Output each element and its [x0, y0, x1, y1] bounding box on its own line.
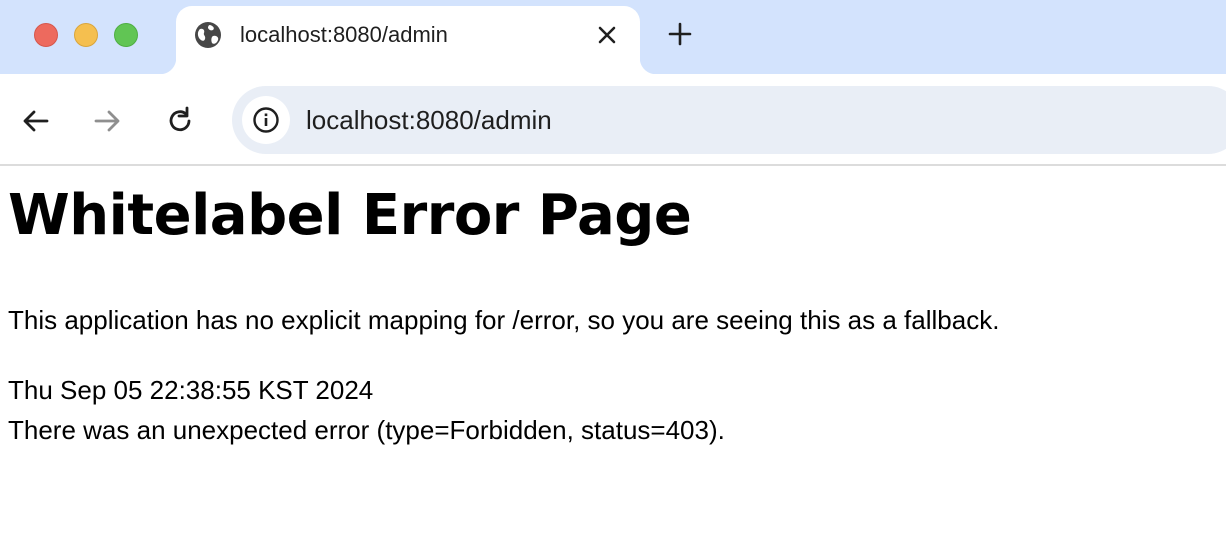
url-text[interactable]: localhost:8080/admin: [306, 104, 552, 136]
window-close-button[interactable]: [34, 23, 58, 47]
info-icon: [253, 107, 279, 133]
address-bar[interactable]: localhost:8080/admin: [232, 86, 1226, 154]
error-timestamp: Thu Sep 05 22:38:55 KST 2024: [8, 375, 374, 405]
site-info-button[interactable]: [242, 96, 290, 144]
tab-strip: localhost:8080/admin: [0, 0, 1226, 74]
page-title: Whitelabel Error Page: [8, 183, 692, 248]
arrow-left-icon[interactable]: [21, 106, 51, 136]
tab-title: localhost:8080/admin: [240, 22, 448, 47]
close-icon[interactable]: [594, 22, 620, 48]
globe-icon: [194, 21, 222, 49]
fallback-message: This application has no explicit mapping…: [8, 305, 1000, 335]
error-details: Thu Sep 05 22:38:55 KST 2024 There was a…: [8, 370, 1218, 450]
page-content: Whitelabel Error Page This application h…: [8, 166, 1218, 450]
browser-toolbar: localhost:8080/admin: [0, 74, 1226, 166]
window-zoom-button[interactable]: [114, 23, 138, 47]
plus-icon[interactable]: [666, 20, 694, 48]
error-description: There was an unexpected error (type=Forb…: [8, 415, 725, 445]
tab-active[interactable]: localhost:8080/admin: [160, 6, 656, 74]
reload-icon[interactable]: [165, 106, 195, 136]
arrow-right-icon[interactable]: [92, 106, 122, 136]
window-minimize-button[interactable]: [74, 23, 98, 47]
